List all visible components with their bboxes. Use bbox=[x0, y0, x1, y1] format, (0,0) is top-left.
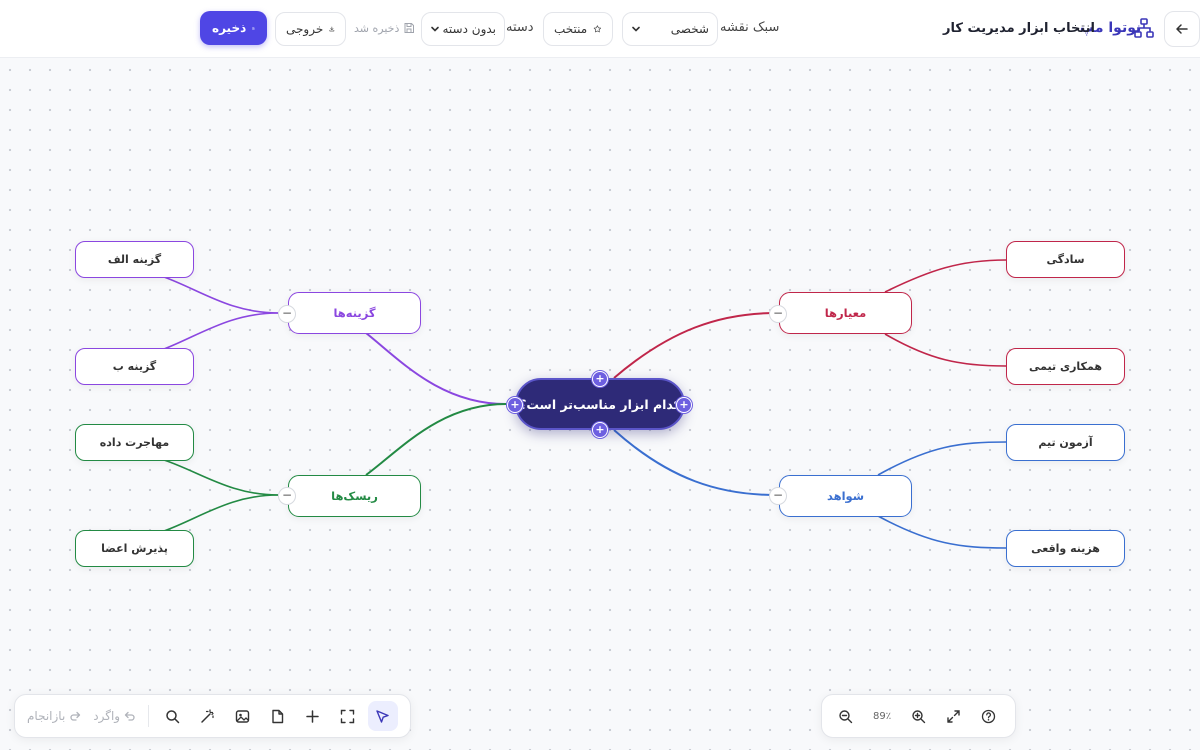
connector-options bbox=[365, 332, 507, 405]
undo-button[interactable]: واگرد bbox=[93, 709, 136, 723]
zoom-in-icon bbox=[912, 709, 926, 723]
add-node-button[interactable] bbox=[298, 701, 328, 731]
branch-label: شواهد bbox=[826, 489, 865, 503]
collapse-risks-button[interactable]: − bbox=[278, 487, 296, 505]
fullscreen-button[interactable] bbox=[939, 701, 969, 731]
collapse-evidence-button[interactable]: − bbox=[769, 487, 787, 505]
search-button[interactable] bbox=[158, 701, 188, 731]
cursor-icon bbox=[376, 709, 389, 723]
expand-icon bbox=[947, 709, 960, 723]
leaf-node-teamwork[interactable]: همکاری تیمی bbox=[1006, 348, 1125, 385]
leaf-node-team-test[interactable]: آزمون تیم bbox=[1006, 424, 1125, 461]
leaf-label: همکاری تیمی bbox=[1029, 360, 1102, 373]
magic-wand-icon bbox=[201, 708, 214, 723]
connector-team-test bbox=[877, 441, 1007, 476]
plus-icon bbox=[306, 709, 319, 723]
leaf-label: گزینه ب bbox=[112, 360, 157, 373]
insert-image-button[interactable] bbox=[228, 701, 258, 731]
redo-label: بازانجام bbox=[27, 709, 66, 723]
branch-label: معیارها bbox=[824, 306, 867, 320]
editing-toolbar: بازانجام واگرد bbox=[14, 694, 411, 738]
connector-data-migration bbox=[163, 459, 279, 496]
leaf-label: مهاجرت داده bbox=[99, 436, 170, 449]
leaf-node-option-b[interactable]: گزینه ب bbox=[75, 348, 194, 385]
branch-label: ریسک‌ها bbox=[331, 489, 378, 503]
zoom-out-button[interactable] bbox=[831, 701, 861, 731]
connector-simplicity bbox=[884, 259, 1007, 293]
zoom-level: 89٪ bbox=[873, 710, 892, 722]
note-icon bbox=[272, 709, 284, 723]
frame-icon bbox=[340, 709, 355, 723]
help-button[interactable] bbox=[974, 701, 1004, 731]
leaf-label: هزینه واقعی bbox=[1031, 542, 1100, 555]
branch-node-evidence[interactable]: شواهد bbox=[779, 475, 912, 517]
leaf-label: گزینه الف bbox=[107, 253, 162, 266]
root-node-label: کدام ابزار مناسب‌تر است؟ bbox=[519, 396, 681, 412]
branch-label: گزینه‌ها bbox=[333, 306, 376, 320]
help-icon bbox=[981, 709, 996, 723]
connector-option-a bbox=[163, 276, 279, 314]
collapse-options-button[interactable]: − bbox=[278, 305, 296, 323]
zoom-toolbar: 89٪ bbox=[821, 694, 1016, 738]
magic-wand-button[interactable] bbox=[193, 701, 223, 731]
branch-node-risks[interactable]: ریسک‌ها bbox=[288, 475, 421, 517]
connector-risks bbox=[365, 403, 507, 476]
add-node-left-button[interactable]: + bbox=[507, 397, 523, 413]
leaf-label: پذیرش اعضا bbox=[101, 542, 168, 555]
zoom-out-icon bbox=[839, 709, 853, 723]
leaf-label: آزمون تیم bbox=[1038, 436, 1093, 449]
image-icon bbox=[235, 709, 250, 723]
collapse-criteria-button[interactable]: − bbox=[769, 305, 787, 323]
redo-icon bbox=[70, 711, 81, 721]
connector-option-b bbox=[163, 312, 279, 350]
leaf-node-data-migration[interactable]: مهاجرت داده bbox=[75, 424, 194, 461]
add-node-right-button[interactable]: + bbox=[676, 397, 692, 413]
connector-member-adoption bbox=[163, 494, 279, 532]
connector-real-cost bbox=[877, 515, 1007, 549]
zoom-in-button[interactable] bbox=[904, 701, 934, 731]
leaf-node-simplicity[interactable]: سادگی bbox=[1006, 241, 1125, 278]
undo-icon bbox=[124, 711, 135, 721]
fit-to-screen-button[interactable] bbox=[333, 701, 363, 731]
add-node-top-button[interactable]: + bbox=[592, 371, 608, 387]
leaf-label: سادگی bbox=[1046, 253, 1085, 266]
connector-criteria bbox=[613, 312, 777, 379]
undo-label: واگرد bbox=[93, 709, 121, 723]
leaf-node-member-adoption[interactable]: پذیرش اعضا bbox=[75, 530, 194, 567]
leaf-node-real-cost[interactable]: هزینه واقعی bbox=[1006, 530, 1125, 567]
add-node-bottom-button[interactable]: + bbox=[592, 422, 608, 438]
leaf-node-option-a[interactable]: گزینه الف bbox=[75, 241, 194, 278]
connector-teamwork bbox=[884, 333, 1007, 367]
connector-evidence bbox=[613, 429, 777, 496]
branch-node-options[interactable]: گزینه‌ها bbox=[288, 292, 421, 334]
redo-button[interactable]: بازانجام bbox=[27, 709, 81, 723]
branch-node-criteria[interactable]: معیارها bbox=[779, 292, 912, 334]
toolbar-divider bbox=[148, 705, 150, 727]
select-tool-button[interactable] bbox=[367, 701, 398, 731]
insert-note-button[interactable] bbox=[263, 701, 293, 731]
search-icon bbox=[166, 709, 180, 723]
